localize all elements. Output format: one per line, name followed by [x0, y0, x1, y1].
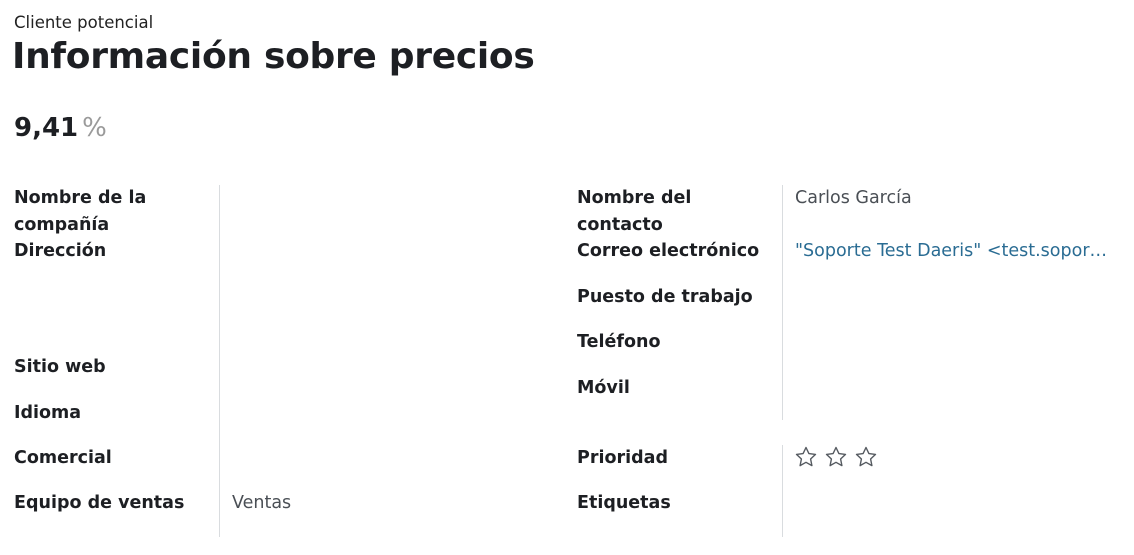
priority-star-icon[interactable] [824, 445, 848, 469]
job-position-label: Puesto de trabajo [577, 287, 753, 307]
contact-name-label: Nombre del contacto [577, 188, 692, 235]
page-title: Información sobre precios [12, 36, 535, 77]
record-type-label: Cliente potencial [14, 13, 154, 32]
probability-field[interactable]: 9,41% [14, 113, 107, 143]
company-name-label: Nombre de la compañía [14, 188, 147, 235]
tags-label: Etiquetas [577, 493, 671, 513]
language-label: Idioma [14, 403, 82, 423]
sales-team-value[interactable]: Ventas [232, 490, 291, 517]
priority-label: Prioridad [577, 448, 668, 468]
sales-team-label: Equipo de ventas [14, 493, 185, 513]
priority-star-icon[interactable] [854, 445, 878, 469]
salesperson-label: Comercial [14, 448, 112, 468]
contact-name-value[interactable]: Carlos García [795, 185, 912, 212]
right-column-separator-bottom [782, 445, 783, 537]
email-link[interactable]: "Soporte Test Daeris" <test.soporte@daer… [795, 238, 1111, 265]
probability-unit: % [82, 113, 107, 143]
right-column-separator-top [782, 185, 783, 420]
website-label: Sitio web [14, 357, 106, 377]
mobile-label: Móvil [577, 378, 630, 398]
priority-star-icon[interactable] [794, 445, 818, 469]
left-column-separator [219, 185, 220, 537]
phone-label: Teléfono [577, 332, 661, 352]
priority-stars [794, 445, 878, 469]
email-label: Correo electrónico [577, 241, 760, 261]
probability-value: 9,41 [14, 113, 79, 143]
address-label: Dirección [14, 241, 107, 261]
